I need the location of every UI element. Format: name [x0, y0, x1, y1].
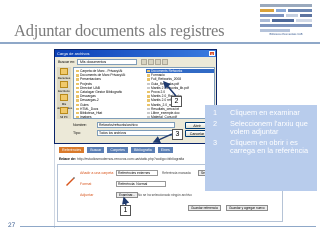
browse-button[interactable]: Examinar...: [116, 192, 138, 198]
attach-label: Adjuntar: [80, 193, 94, 197]
instruction-step: 2 Seleccionem l'arxiu que volem adjuntar: [213, 118, 308, 137]
callout-3: 3: [172, 129, 183, 140]
step-number: 3: [213, 137, 218, 147]
file-name-label: Nombre:: [73, 123, 87, 127]
places-bar: Recientes Escritorio Mis documentos Mi P…: [57, 67, 72, 119]
title-underline: [0, 42, 320, 44]
up-folder-icon[interactable]: [148, 59, 154, 65]
tab-eines[interactable]: Eines: [157, 147, 173, 153]
pen-icon: [66, 177, 75, 186]
file-type-label: Tipo:: [73, 131, 81, 135]
file-column-left: Carpeta de Marc - Privacy/At Documents de…: [75, 69, 145, 118]
tab-bibliografia[interactable]: Bibliografia: [130, 147, 155, 153]
logo-caption: Biblioteca d'Humanitats UAB: [269, 33, 303, 36]
step-number: 2: [213, 118, 218, 128]
footer-rule: [20, 226, 316, 227]
instruction-step: 1 Cliquem en examinar: [213, 108, 300, 117]
folder-icon: [60, 68, 68, 75]
callout-2: 2: [171, 96, 182, 107]
refworks-tabs: Referències Buscar Carpetes Bibliografia…: [59, 147, 173, 153]
place-documents[interactable]: Mis documentos: [57, 93, 72, 110]
format-label: Format: [80, 182, 92, 186]
place-desktop[interactable]: Escritorio: [57, 80, 71, 93]
folder-hint: Referència marcada: [162, 171, 191, 175]
slide-title: Adjuntar documents als registres: [14, 21, 225, 40]
step-number: 1: [213, 108, 218, 117]
file-list: Carpeta de Marc - Privacy/At Documents de…: [73, 67, 215, 119]
instruction-step: 3 Cliquem en obrir i es carrega en la ref…: [213, 137, 309, 156]
dialog-title: Carga de archivos: [57, 51, 90, 56]
library-logo: Biblioteca d'Humanitats UAB: [258, 2, 314, 38]
dialog-toolbar: [141, 59, 168, 65]
new-folder-icon[interactable]: [155, 59, 161, 65]
look-in-label: Buscar en:: [58, 60, 76, 64]
file-upload-dialog: Carga de archivos ✕ Buscar en: Mis docum…: [54, 49, 217, 144]
computer-icon: [60, 107, 68, 114]
instructions-panel: 1 Cliquem en examinar 2 Seleccionem l'arxi…: [205, 105, 317, 191]
tab-referencies[interactable]: Referències: [59, 147, 85, 153]
tab-carpetes[interactable]: Carpetes: [107, 147, 128, 153]
slide-number: 27: [8, 222, 16, 229]
tab-buscar[interactable]: Buscar: [87, 147, 105, 153]
file-list-item[interactable]: imatges: [75, 115, 145, 118]
file-name-input[interactable]: Refworks/refworks/archivo: [97, 122, 175, 128]
save-and-add-button[interactable]: Guardar y agregar nuevo: [226, 205, 268, 211]
dialog-titlebar: Carga de archivos ✕: [55, 50, 216, 57]
attach-hint: No se ha seleccionado ningún archivo: [138, 193, 192, 197]
close-icon[interactable]: ✕: [209, 51, 215, 57]
view-menu-icon[interactable]: [162, 59, 168, 65]
callout-1: 1: [120, 205, 131, 216]
file-type-select[interactable]: Todos los archivos: [97, 130, 175, 136]
instructions-list: 1 Cliquem en examinar 2 Seleccionem l'arxi…: [205, 108, 317, 158]
back-icon[interactable]: [141, 59, 147, 65]
format-select[interactable]: Referència: Normal: [116, 181, 166, 187]
folder-label: Añadir a una carpeta: [80, 171, 114, 175]
documents-icon: [60, 94, 68, 101]
folder-select[interactable]: Referències externes: [116, 170, 158, 176]
desktop-icon: [60, 81, 68, 88]
place-my-pc[interactable]: Mi PC: [57, 106, 71, 119]
link-line: Enlace de: http://estudiosmodernos-renov…: [59, 157, 185, 161]
place-recent[interactable]: Recientes: [57, 67, 71, 80]
save-reference-button[interactable]: Guardar referencia: [188, 205, 221, 211]
link-url[interactable]: http://estudiosmodernos-renovos.com.ua/s…: [77, 157, 184, 161]
look-in-select[interactable]: Mis documentos: [77, 59, 137, 65]
